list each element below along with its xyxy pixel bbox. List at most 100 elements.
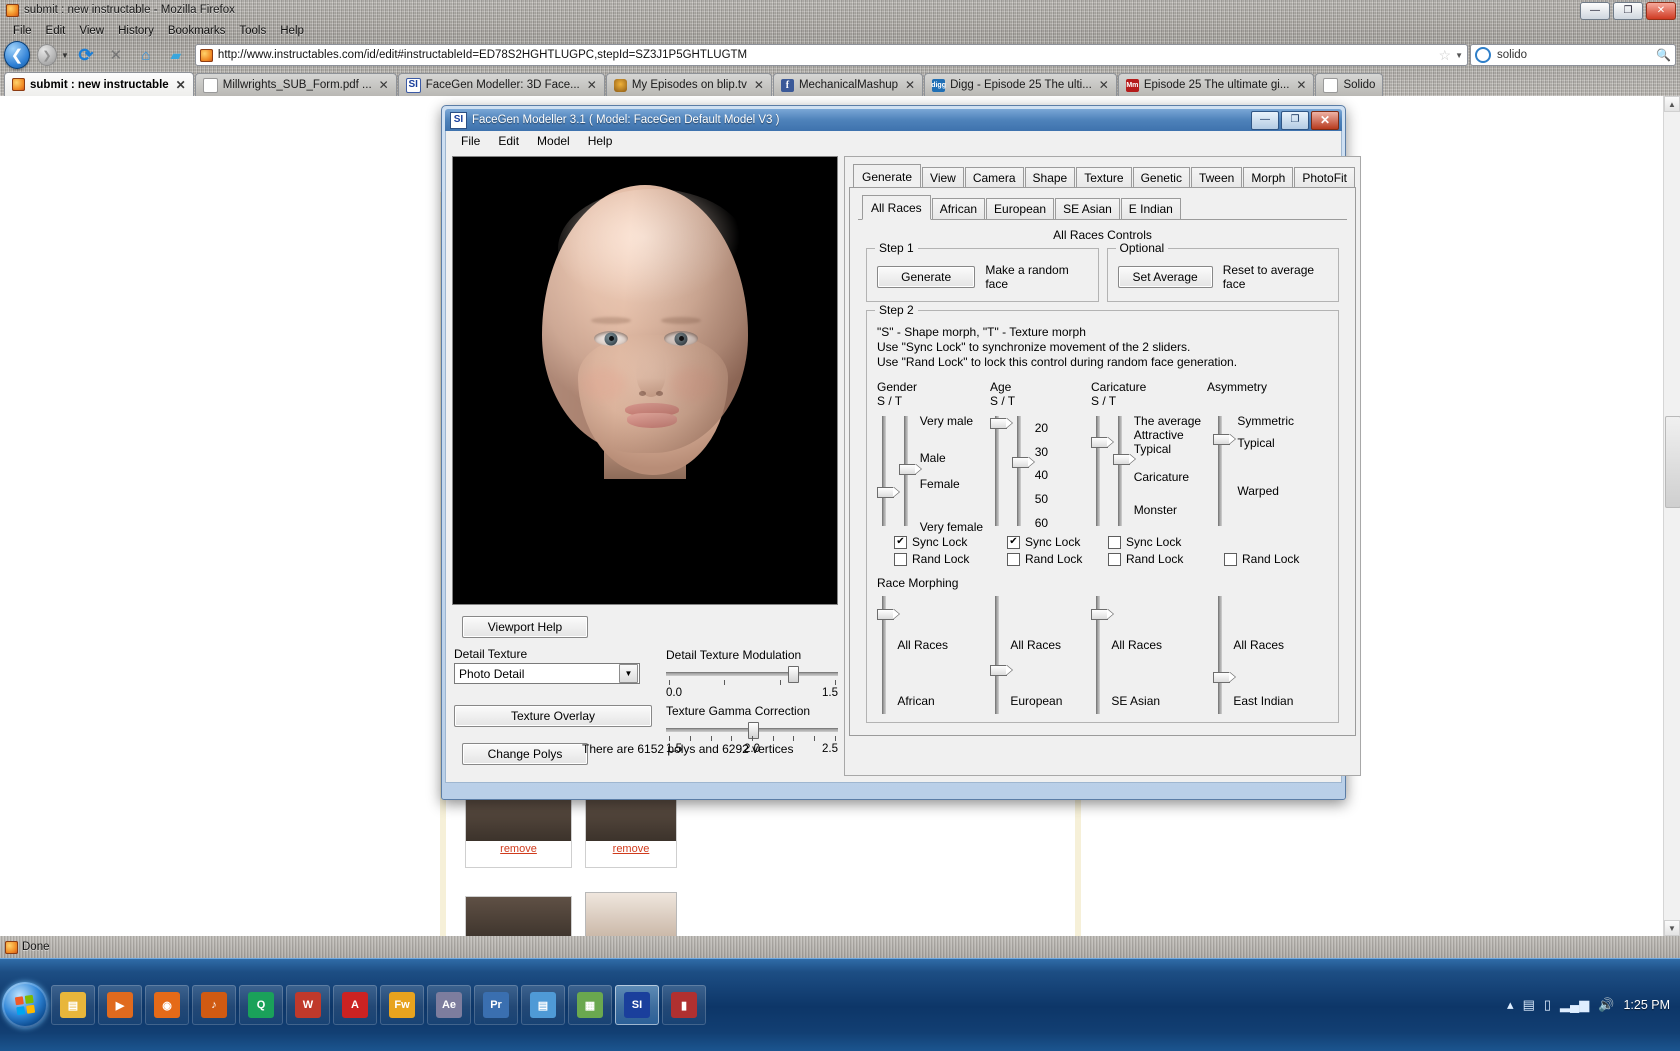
menu-history[interactable]: History bbox=[111, 24, 161, 38]
viewport-help-button[interactable]: Viewport Help bbox=[462, 616, 588, 638]
set-average-button[interactable]: Set Average bbox=[1117, 266, 1213, 288]
maximize-icon[interactable]: ❐ bbox=[1613, 2, 1643, 20]
checkbox-icon[interactable] bbox=[1108, 535, 1121, 549]
slider-thumb[interactable] bbox=[1113, 453, 1131, 465]
slider-thumb[interactable] bbox=[1213, 672, 1230, 684]
scroll-up-icon[interactable]: ▲ bbox=[1664, 96, 1680, 112]
close-icon[interactable]: ✕ bbox=[1296, 78, 1306, 92]
browser-tab-3[interactable]: My Episodes on blip.tv ✕ bbox=[605, 73, 772, 96]
close-icon[interactable]: ✕ bbox=[905, 78, 915, 92]
reload-button[interactable]: ⟳ bbox=[73, 42, 99, 68]
slider-thumb[interactable] bbox=[1091, 437, 1108, 449]
close-icon[interactable]: ✕ bbox=[379, 78, 389, 92]
gender-texture-slider[interactable] bbox=[899, 416, 917, 526]
volume-icon[interactable]: 🔊 bbox=[1598, 997, 1614, 1013]
browser-tab-1[interactable]: Millwrights_SUB_Form.pdf ... ✕ bbox=[194, 73, 397, 96]
scrollbar-thumb[interactable] bbox=[1665, 416, 1680, 508]
stop-button[interactable]: ✕ bbox=[103, 42, 129, 68]
slider-thumb[interactable] bbox=[899, 463, 917, 475]
taskbar-item-word[interactable]: W bbox=[286, 985, 330, 1025]
menu-bookmarks[interactable]: Bookmarks bbox=[161, 24, 233, 38]
menu-model[interactable]: Model bbox=[528, 133, 579, 149]
remove-link[interactable]: remove bbox=[586, 841, 676, 855]
caricature-rand-lock[interactable]: Rand Lock bbox=[1108, 552, 1207, 566]
taskbar-item-facegen[interactable]: SI bbox=[615, 985, 659, 1025]
browser-tab-5[interactable]: digg Digg - Episode 25 The ulti... ✕ bbox=[924, 73, 1117, 96]
taskbar-item-premiere[interactable]: Pr bbox=[474, 985, 518, 1025]
tab-camera[interactable]: Camera bbox=[964, 167, 1024, 188]
menu-file[interactable]: File bbox=[452, 133, 489, 149]
browser-tab-0[interactable]: submit : new instructable ✕ bbox=[4, 72, 194, 96]
checkbox-icon[interactable]: ✔ bbox=[1007, 535, 1020, 549]
detail-texture-select[interactable]: Photo Detail ▼ bbox=[454, 663, 640, 684]
battery-icon[interactable]: ▯ bbox=[1544, 997, 1551, 1013]
slider-thumb[interactable] bbox=[1091, 608, 1108, 620]
search-input[interactable]: solido bbox=[1497, 49, 1527, 61]
browser-tab-6[interactable]: Mm Episode 25 The ultimate gi... ✕ bbox=[1117, 73, 1315, 96]
race-morph-slider[interactable] bbox=[1213, 596, 1230, 714]
taskbar-item-messenger[interactable]: ▤ bbox=[521, 985, 565, 1025]
subtab-e-indian[interactable]: E Indian bbox=[1120, 198, 1181, 219]
tab-view[interactable]: View bbox=[922, 167, 964, 188]
facegen-titlebar[interactable]: SI FaceGen Modeller 3.1 ( Model: FaceGen… bbox=[445, 109, 1342, 131]
slider-thumb[interactable] bbox=[1213, 434, 1230, 445]
chevron-down-icon[interactable]: ▼ bbox=[619, 664, 638, 683]
search-icon[interactable]: 🔍 bbox=[1656, 48, 1671, 62]
home-button[interactable]: ⌂ bbox=[133, 42, 159, 68]
menu-edit[interactable]: Edit bbox=[39, 24, 73, 38]
close-icon[interactable]: ✕ bbox=[587, 78, 597, 92]
caricature-texture-slider[interactable] bbox=[1113, 416, 1131, 526]
close-icon[interactable]: ✕ bbox=[1099, 78, 1109, 92]
age-sync-lock[interactable]: ✔ Sync Lock bbox=[1007, 535, 1091, 549]
menu-help[interactable]: Help bbox=[579, 133, 622, 149]
taskbar-item-itunes[interactable]: ♪ bbox=[192, 985, 236, 1025]
minimize-icon[interactable]: — bbox=[1580, 2, 1610, 20]
slider-thumb[interactable] bbox=[1012, 457, 1030, 469]
browser-tab-2[interactable]: SI FaceGen Modeller: 3D Face... ✕ bbox=[397, 73, 605, 96]
chevron-down-icon[interactable]: ▼ bbox=[1455, 51, 1463, 60]
asymmetry-rand-lock[interactable]: Rand Lock bbox=[1224, 552, 1317, 566]
library-icon[interactable]: ▰ bbox=[163, 42, 189, 68]
taskbar-item-calculator[interactable]: ▦ bbox=[568, 985, 612, 1025]
checkbox-icon[interactable] bbox=[894, 552, 907, 566]
bookmark-star-icon[interactable]: ☆ bbox=[1439, 47, 1452, 64]
age-rand-lock[interactable]: Rand Lock bbox=[1007, 552, 1091, 566]
caricature-sync-lock[interactable]: Sync Lock bbox=[1108, 535, 1207, 549]
texture-overlay-button[interactable]: Texture Overlay bbox=[454, 705, 652, 727]
chevron-down-icon[interactable]: ▼ bbox=[61, 51, 69, 60]
checkbox-icon[interactable]: ✔ bbox=[894, 535, 907, 549]
caricature-shape-slider[interactable] bbox=[1091, 416, 1108, 526]
tab-generate[interactable]: Generate bbox=[853, 164, 922, 189]
close-icon[interactable]: ✕ bbox=[1311, 110, 1339, 130]
tab-tween[interactable]: Tween bbox=[1190, 167, 1243, 188]
search-bar[interactable]: solido 🔍 bbox=[1470, 44, 1676, 66]
browser-tab-4[interactable]: f MechanicalMashup ✕ bbox=[772, 73, 924, 96]
generate-button[interactable]: Generate bbox=[877, 266, 976, 288]
taskbar-item-fireworks[interactable]: Fw bbox=[380, 985, 424, 1025]
tab-shape[interactable]: Shape bbox=[1024, 167, 1076, 188]
show-hidden-icons-icon[interactable]: ▴ bbox=[1507, 997, 1514, 1013]
race-morph-slider[interactable] bbox=[877, 596, 894, 714]
network-activity-icon[interactable]: ▤ bbox=[1523, 997, 1535, 1013]
maximize-icon[interactable]: ❐ bbox=[1281, 110, 1309, 130]
signal-icon[interactable]: ▂▄▆ bbox=[1560, 997, 1589, 1013]
checkbox-icon[interactable] bbox=[1224, 552, 1237, 566]
tab-photofit[interactable]: PhotoFit bbox=[1294, 167, 1356, 188]
subtab-all-races[interactable]: All Races bbox=[862, 195, 931, 220]
close-icon[interactable]: ✕ bbox=[1646, 2, 1676, 20]
close-icon[interactable]: ✕ bbox=[176, 78, 186, 92]
page-scrollbar[interactable]: ▲ ▼ bbox=[1663, 96, 1680, 936]
tab-texture[interactable]: Texture bbox=[1076, 167, 1132, 188]
forward-button[interactable]: ❯ bbox=[34, 42, 60, 68]
address-bar[interactable]: http://www.instructables.com/id/edit#ins… bbox=[194, 44, 1468, 66]
subtab-european[interactable]: European bbox=[986, 198, 1055, 219]
gender-sync-lock[interactable]: ✔ Sync Lock bbox=[894, 535, 990, 549]
gender-rand-lock[interactable]: Rand Lock bbox=[894, 552, 990, 566]
slider-thumb[interactable] bbox=[990, 417, 1007, 429]
asymmetry-slider[interactable] bbox=[1213, 416, 1230, 526]
gender-shape-slider[interactable] bbox=[877, 416, 894, 526]
start-button[interactable] bbox=[2, 982, 48, 1028]
scroll-down-icon[interactable]: ▼ bbox=[1664, 920, 1680, 936]
menu-edit[interactable]: Edit bbox=[489, 133, 528, 149]
menu-view[interactable]: View bbox=[72, 24, 111, 38]
